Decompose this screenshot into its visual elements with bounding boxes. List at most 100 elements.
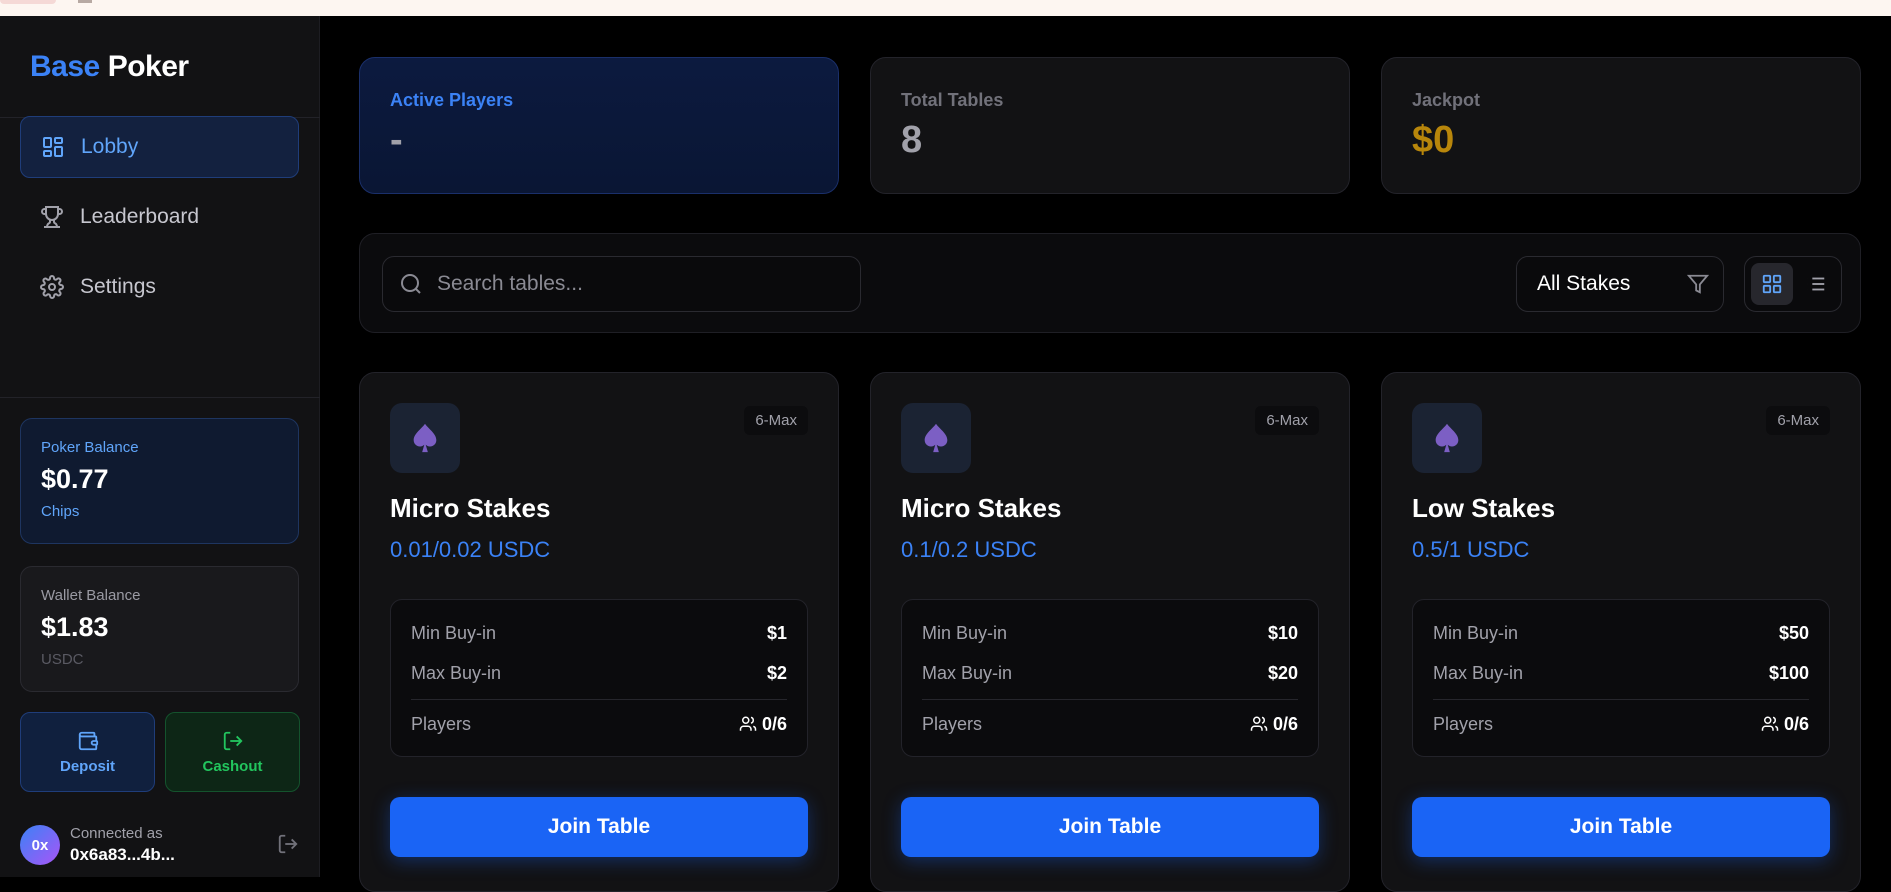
details-divider xyxy=(411,699,787,700)
table-filter-toolbar: All Stakes xyxy=(359,233,1861,333)
deposit-button[interactable]: Deposit xyxy=(20,712,155,792)
total-tables-card: Total Tables 8 xyxy=(870,57,1350,194)
table-stakes: 0.01/0.02 USDC xyxy=(390,537,551,562)
list-view-button[interactable] xyxy=(1795,263,1837,305)
jackpot-card: Jackpot $0 xyxy=(1381,57,1861,194)
cashout-button[interactable]: Cashout xyxy=(165,712,300,792)
min-buyin-row: Min Buy-in $50 xyxy=(1433,618,1809,648)
join-table-button[interactable]: Join Table xyxy=(901,797,1319,857)
min-buyin-value: $1 xyxy=(766,622,787,643)
brand-logo[interactable]: Base Poker xyxy=(30,50,189,84)
wallet-balance-unit: USDC xyxy=(41,651,84,668)
browser-tab-icon xyxy=(78,0,92,3)
search-input[interactable] xyxy=(437,272,837,296)
table-name: Low Stakes xyxy=(1412,493,1556,523)
spade-icon xyxy=(1435,423,1459,453)
users-icon xyxy=(739,716,757,731)
sidebar-item-lobby[interactable]: Lobby xyxy=(20,116,299,178)
table-card: 6-Max Micro Stakes 0.1/0.2 USDC Min Buy-… xyxy=(870,372,1350,892)
min-buyin-value: $50 xyxy=(1778,622,1809,643)
table-icon-box xyxy=(901,403,971,473)
table-details: Min Buy-in $1 Max Buy-in $2 Players 0/6 xyxy=(390,599,808,757)
deposit-label: Deposit xyxy=(59,757,115,775)
brand-part-poker: Poker xyxy=(107,50,189,83)
table-icon-box xyxy=(390,403,460,473)
max-buyin-row: Max Buy-in $20 xyxy=(922,658,1298,688)
table-name: Micro Stakes xyxy=(390,493,551,523)
stakes-select[interactable]: All Stakes xyxy=(1516,256,1724,312)
active-players-value: - xyxy=(390,119,403,161)
max-buyin-row: Max Buy-in $100 xyxy=(1433,658,1809,688)
wallet-balance-value: $1.83 xyxy=(41,612,109,642)
join-table-button[interactable]: Join Table xyxy=(390,797,808,857)
wallet-icon xyxy=(78,731,98,750)
table-details: Min Buy-in $50 Max Buy-in $100 Players 0/6 xyxy=(1412,599,1830,757)
wallet-balance-card: Wallet Balance $1.83 USDC xyxy=(20,566,299,692)
table-card: 6-Max Micro Stakes 0.01/0.02 USDC Min Bu… xyxy=(359,372,839,892)
logout-icon[interactable] xyxy=(277,833,299,855)
players-label: Players xyxy=(1433,713,1494,734)
table-size-badge: 6-Max xyxy=(1255,406,1319,435)
table-card: 6-Max Low Stakes 0.5/1 USDC Min Buy-in $5… xyxy=(1381,372,1861,892)
min-buyin-label: Min Buy-in xyxy=(411,622,497,643)
list-view-icon xyxy=(1807,277,1825,291)
poker-balance-label: Poker Balance xyxy=(41,439,139,456)
table-size-badge: 6-Max xyxy=(744,406,808,435)
table-icon-box xyxy=(1412,403,1482,473)
grid-icon xyxy=(43,137,63,157)
max-buyin-label: Max Buy-in xyxy=(411,662,502,683)
max-buyin-value: $2 xyxy=(766,662,787,683)
filter-icon xyxy=(1687,274,1709,294)
browser-top-strip xyxy=(0,0,1891,16)
account-info: 0x Connected as 0x6a83...4b... xyxy=(20,820,299,870)
sidebar-item-label: Lobby xyxy=(81,135,139,158)
max-buyin-row: Max Buy-in $2 xyxy=(411,658,787,688)
table-name: Micro Stakes xyxy=(901,493,1062,523)
min-buyin-label: Min Buy-in xyxy=(1433,622,1519,643)
brand-part-base: Base xyxy=(30,50,100,83)
table-stakes: 0.1/0.2 USDC xyxy=(901,537,1037,562)
browser-tab[interactable] xyxy=(0,0,56,4)
players-label: Players xyxy=(411,713,472,734)
avatar: 0x xyxy=(20,825,60,865)
table-size-badge: 6-Max xyxy=(1766,406,1830,435)
view-toggle xyxy=(1744,256,1842,312)
sidebar-item-label: Leaderboard xyxy=(80,205,200,228)
sidebar-item-label: Settings xyxy=(80,275,156,298)
gear-icon xyxy=(40,275,64,299)
max-buyin-label: Max Buy-in xyxy=(1433,662,1524,683)
spade-icon xyxy=(924,423,948,453)
jackpot-label: Jackpot xyxy=(1412,90,1481,110)
sidebar: Base Poker Lobby Leaderboard Settings Pok… xyxy=(0,16,320,877)
grid-view-icon xyxy=(1762,274,1782,294)
min-buyin-row: Min Buy-in $10 xyxy=(922,618,1298,648)
min-buyin-label: Min Buy-in xyxy=(922,622,1008,643)
join-table-button[interactable]: Join Table xyxy=(1412,797,1830,857)
min-buyin-value: $10 xyxy=(1267,622,1298,643)
players-row: Players 0/6 xyxy=(1433,709,1809,739)
active-players-label: Active Players xyxy=(390,90,514,110)
stakes-select-value: All Stakes xyxy=(1537,272,1631,295)
table-details: Min Buy-in $10 Max Buy-in $20 Players 0/6 xyxy=(901,599,1319,757)
players-label: Players xyxy=(922,713,983,734)
players-value: 0/6 xyxy=(1272,713,1298,734)
sidebar-item-leaderboard[interactable]: Leaderboard xyxy=(20,186,299,248)
jackpot-value: $0 xyxy=(1412,119,1455,161)
grid-view-button[interactable] xyxy=(1751,263,1793,305)
players-value: 0/6 xyxy=(761,713,787,734)
players-value: 0/6 xyxy=(1783,713,1809,734)
sidebar-item-settings[interactable]: Settings xyxy=(20,256,299,318)
details-divider xyxy=(1433,699,1809,700)
total-tables-value: 8 xyxy=(901,119,923,161)
trophy-icon xyxy=(41,206,63,228)
max-buyin-value: $100 xyxy=(1768,662,1809,683)
sidebar-divider xyxy=(0,397,320,398)
users-icon xyxy=(1761,716,1779,731)
max-buyin-label: Max Buy-in xyxy=(922,662,1013,683)
search-icon xyxy=(401,274,421,294)
poker-balance-value: $0.77 xyxy=(41,464,109,494)
poker-balance-card: Poker Balance $0.77 Chips xyxy=(20,418,299,544)
users-icon xyxy=(1250,716,1268,731)
total-tables-label: Total Tables xyxy=(901,90,1004,110)
search-box xyxy=(382,256,861,312)
